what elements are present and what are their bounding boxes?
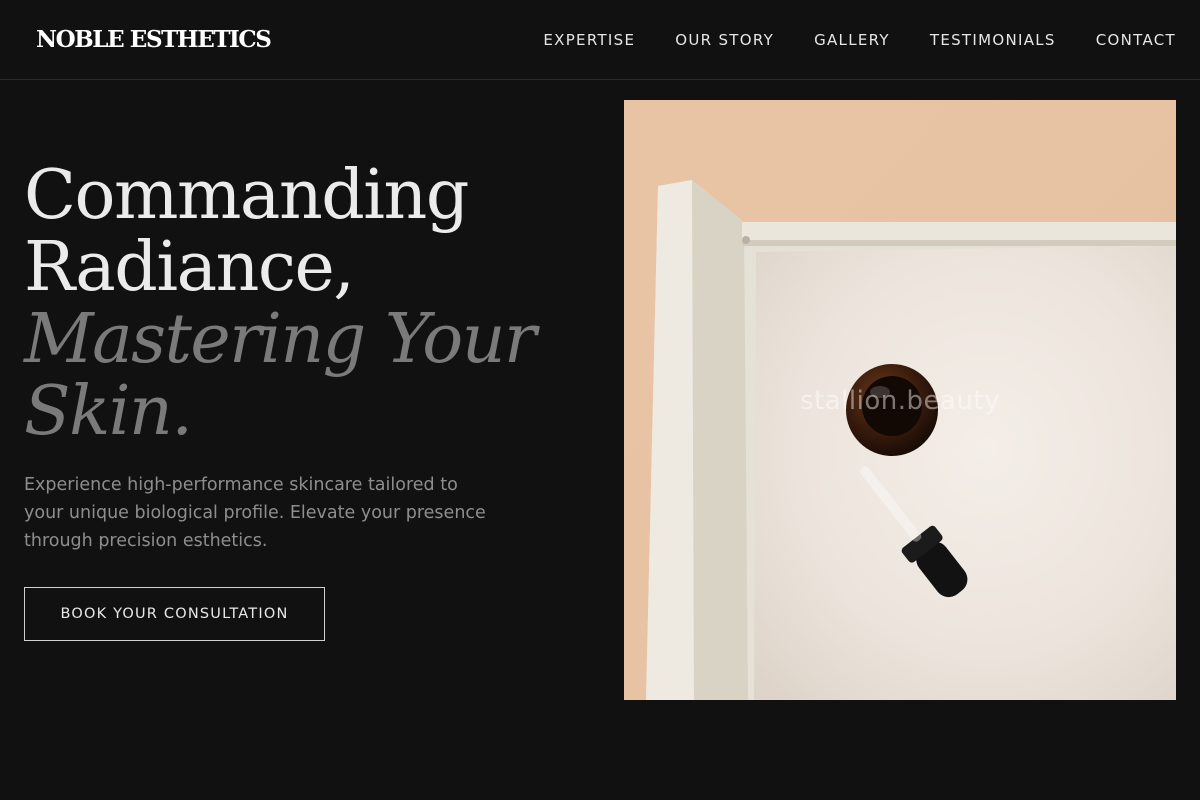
headline-italic: Mastering Your Skin. bbox=[24, 300, 537, 451]
nav-contact[interactable]: CONTACT bbox=[1096, 31, 1176, 49]
brand-logo[interactable]: NOBLE ESTHETICS bbox=[36, 26, 272, 53]
hero-subtext: Experience high-performance skincare tai… bbox=[24, 475, 486, 551]
book-consultation-button[interactable]: BOOK YOUR CONSULTATION bbox=[24, 587, 325, 641]
headline-line-2: Radiance, bbox=[24, 228, 355, 307]
nav-gallery[interactable]: GALLERY bbox=[814, 31, 890, 49]
nav-our-story[interactable]: OUR STORY bbox=[675, 31, 774, 49]
hero-headline: Commanding Radiance, Mastering Your Skin… bbox=[24, 160, 584, 448]
image-watermark: stallion.beauty bbox=[800, 386, 1000, 416]
nav-expertise[interactable]: EXPERTISE bbox=[543, 31, 635, 49]
hero-image: stallion.beauty bbox=[624, 100, 1176, 700]
headline-line-1: Commanding bbox=[24, 156, 469, 235]
nav-testimonials[interactable]: TESTIMONIALS bbox=[930, 31, 1056, 49]
main-nav: EXPERTISE OUR STORY GALLERY TESTIMONIALS… bbox=[543, 31, 1176, 49]
site-header: NOBLE ESTHETICS EXPERTISE OUR STORY GALL… bbox=[0, 0, 1200, 80]
